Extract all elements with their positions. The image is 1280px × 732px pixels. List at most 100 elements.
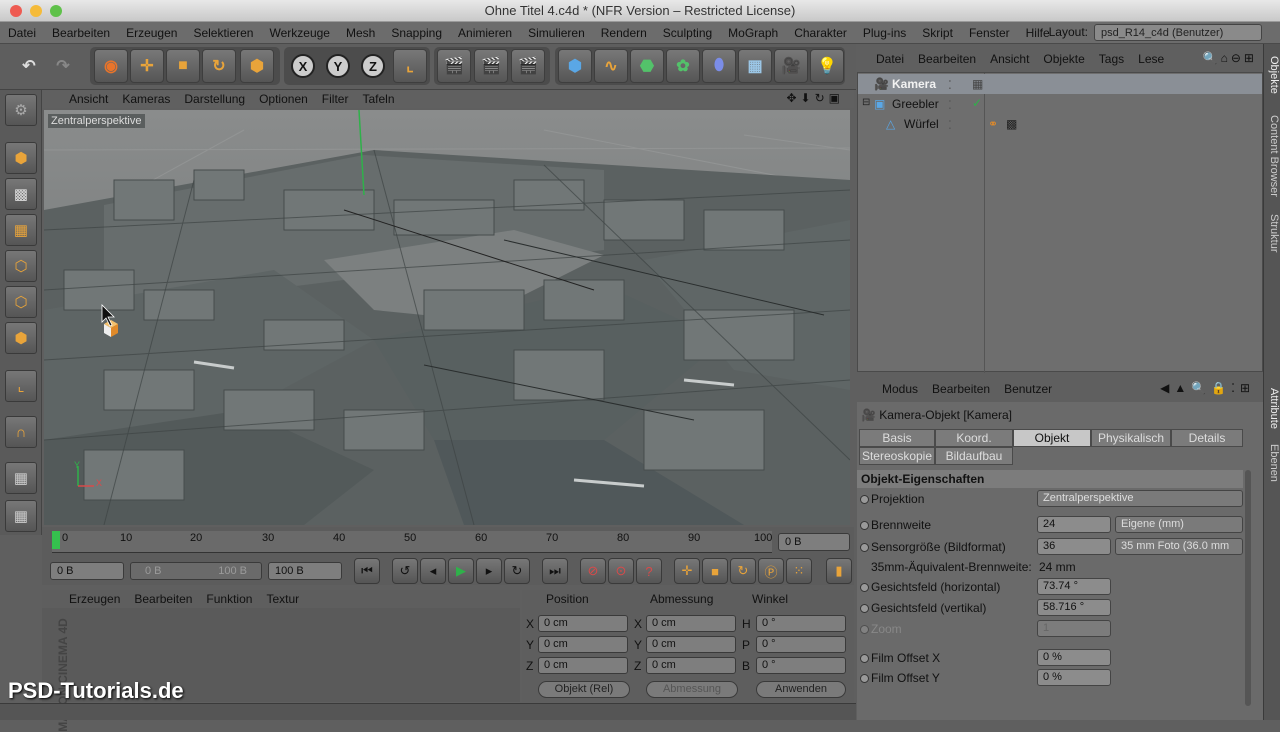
offset-y-field[interactable]: 0 % xyxy=(1037,669,1111,686)
objmenu-objekte[interactable]: Objekte xyxy=(1036,52,1091,66)
coordinate-system-icon[interactable]: ⌞ xyxy=(393,49,427,83)
undo-icon[interactable]: ↶ xyxy=(12,49,46,83)
workplane-icon[interactable]: ▦ xyxy=(5,214,37,246)
go-to-end-icon[interactable]: ⏭ xyxy=(542,558,568,584)
material-menu-bearbeiten[interactable]: Bearbeiten xyxy=(127,592,199,606)
fov-v-field[interactable]: 58.716 ° xyxy=(1037,599,1111,616)
render-view-icon[interactable]: 🎬 xyxy=(437,49,471,83)
y-axis-lock-button[interactable]: Y xyxy=(321,49,355,83)
points-mode-icon[interactable]: ⬡ xyxy=(5,250,37,282)
menu-mesh[interactable]: Mesh xyxy=(338,26,383,40)
animate-dot[interactable] xyxy=(860,543,869,552)
render-settings-icon[interactable]: 🎬 xyxy=(511,49,545,83)
cube-object-icon[interactable]: ⬢ xyxy=(558,49,592,83)
key-pla-icon[interactable]: ⁙ xyxy=(786,558,812,584)
animate-dot[interactable] xyxy=(860,604,869,613)
axis-mode-icon[interactable]: ⌞ xyxy=(5,370,37,402)
rot-b-field[interactable]: 0 ° xyxy=(756,657,846,674)
viewport-menu-darstellung[interactable]: Darstellung xyxy=(177,92,252,106)
side-tab-content-browser[interactable]: Content Browser xyxy=(1265,106,1280,206)
menu-werkzeuge[interactable]: Werkzeuge xyxy=(261,26,337,40)
recent-tool-icon[interactable]: ⬢ xyxy=(240,49,274,83)
coordinate-mode-dropdown[interactable]: Objekt (Rel) xyxy=(538,681,630,698)
pos-x-field[interactable]: 0 cm xyxy=(538,615,628,632)
key-rotation-icon[interactable]: ↻ xyxy=(730,558,756,584)
object-row-greebler[interactable]: ⊟ ▣ Greebler ⁚ ✓ xyxy=(858,94,1262,114)
record-keys-icon[interactable]: ⊘ xyxy=(580,558,606,584)
magnet-snap-icon[interactable]: ∩ xyxy=(5,416,37,448)
size-z-field[interactable]: 0 cm xyxy=(646,657,736,674)
subdivision-icon[interactable]: ⬣ xyxy=(630,49,664,83)
rotate-tool-icon[interactable]: ↻ xyxy=(202,49,236,83)
next-key-icon[interactable]: ↻ xyxy=(504,558,530,584)
visibility-dots[interactable]: ⁚ xyxy=(948,78,952,92)
side-tab-struktur[interactable]: Struktur xyxy=(1265,208,1280,258)
menu-erzeugen[interactable]: Erzeugen xyxy=(118,26,185,40)
keyframe-selection-icon[interactable]: ? xyxy=(636,558,662,584)
deformer-icon[interactable]: ⬮ xyxy=(702,49,736,83)
rot-h-field[interactable]: 0 ° xyxy=(756,615,846,632)
play-icon[interactable]: ▶ xyxy=(448,558,474,584)
viewport-nav-icons[interactable]: ✥⬇↻▣ xyxy=(786,91,844,105)
offset-x-field[interactable]: 0 % xyxy=(1037,649,1111,666)
object-row-kamera[interactable]: 🎥 Kamera ⁚ ▦ xyxy=(858,74,1262,94)
animate-dot[interactable] xyxy=(860,674,869,683)
go-to-start-icon[interactable]: ⏮ xyxy=(354,558,380,584)
fov-h-field[interactable]: 73.74 ° xyxy=(1037,578,1111,595)
menu-plugins[interactable]: Plug-ins xyxy=(855,26,914,40)
select-tool-icon[interactable]: ◉ xyxy=(94,49,128,83)
move-tool-icon[interactable]: ✛ xyxy=(130,49,164,83)
enabled-check-icon[interactable]: ✓ xyxy=(972,96,982,110)
objmenu-ansicht[interactable]: Ansicht xyxy=(983,52,1036,66)
attmenu-nav-icons[interactable]: ◀▲🔍🔒⁚⊞ xyxy=(1160,381,1255,395)
tab-objekt[interactable]: Objekt xyxy=(1013,429,1091,447)
solo-icon[interactable]: ▦ xyxy=(5,500,37,532)
material-menu-textur[interactable]: Textur xyxy=(259,592,306,606)
mograph-cloner-icon[interactable]: ✿ xyxy=(666,49,700,83)
sensor-field[interactable]: 36 xyxy=(1037,538,1111,555)
frame-range-slider[interactable]: 0 B 100 B xyxy=(130,562,262,580)
animate-dot[interactable] xyxy=(860,654,869,663)
objmenu-tags[interactable]: Tags xyxy=(1092,52,1131,66)
size-x-field[interactable]: 0 cm xyxy=(646,615,736,632)
playhead[interactable] xyxy=(52,531,60,549)
layout-select[interactable]: psd_R14_c4d (Benutzer) xyxy=(1094,24,1262,41)
phong-tag-icon[interactable]: ⚭ xyxy=(988,117,998,131)
redo-icon[interactable]: ↷ xyxy=(46,49,80,83)
menu-mograph[interactable]: MoGraph xyxy=(720,26,786,40)
tab-stereoskopie[interactable]: Stereoskopie xyxy=(859,447,935,465)
texture-mode-icon[interactable]: ▩ xyxy=(5,178,37,210)
zoom-window-button[interactable] xyxy=(50,5,62,17)
key-scale-icon[interactable]: ■ xyxy=(702,558,728,584)
current-frame-field[interactable]: 0 B xyxy=(778,533,850,551)
tab-physikalisch[interactable]: Physikalisch xyxy=(1091,429,1171,447)
render-picture-viewer-icon[interactable]: 🎬 xyxy=(474,49,508,83)
key-position-icon[interactable]: ✛ xyxy=(674,558,700,584)
menu-selektieren[interactable]: Selektieren xyxy=(185,26,261,40)
scene-floor-icon[interactable]: ▦ xyxy=(738,49,772,83)
side-tab-objekte[interactable]: Objekte xyxy=(1265,50,1280,100)
objmenu-datei[interactable]: Datei xyxy=(869,52,911,66)
tab-basis[interactable]: Basis xyxy=(859,429,935,447)
object-row-wurfel[interactable]: △ Würfel ⁚ ⚭ ▩ xyxy=(858,114,1262,134)
next-frame-icon[interactable]: ▸ xyxy=(476,558,502,584)
size-y-field[interactable]: 0 cm xyxy=(646,636,736,653)
projektion-dropdown[interactable]: Zentralperspektive xyxy=(1037,490,1243,507)
tab-koord[interactable]: Koord. xyxy=(935,429,1013,447)
spline-icon[interactable]: ∿ xyxy=(594,49,628,83)
menu-skript[interactable]: Skript xyxy=(914,26,961,40)
edges-mode-icon[interactable]: ⬡ xyxy=(5,286,37,318)
objmenu-lesezeichen[interactable]: Lese xyxy=(1131,52,1171,66)
brennweite-field[interactable]: 24 xyxy=(1037,516,1111,533)
menu-fenster[interactable]: Fenster xyxy=(961,26,1018,40)
x-axis-lock-button[interactable]: X xyxy=(286,49,320,83)
side-tab-attribute[interactable]: Attribute xyxy=(1265,380,1280,436)
key-parameter-icon[interactable]: Ⓟ xyxy=(758,558,784,584)
3d-viewport[interactable]: Zentralperspektive Y X xyxy=(44,110,850,525)
timeline-window-icon[interactable]: ▮ xyxy=(826,558,852,584)
apply-button[interactable]: Anwenden xyxy=(756,681,846,698)
section-header[interactable]: Objekt-Eigenschaften xyxy=(857,470,1243,488)
animate-dot[interactable] xyxy=(860,495,869,504)
attmenu-bearbeiten[interactable]: Bearbeiten xyxy=(925,382,997,396)
attribute-scrollbar[interactable] xyxy=(1245,470,1251,706)
